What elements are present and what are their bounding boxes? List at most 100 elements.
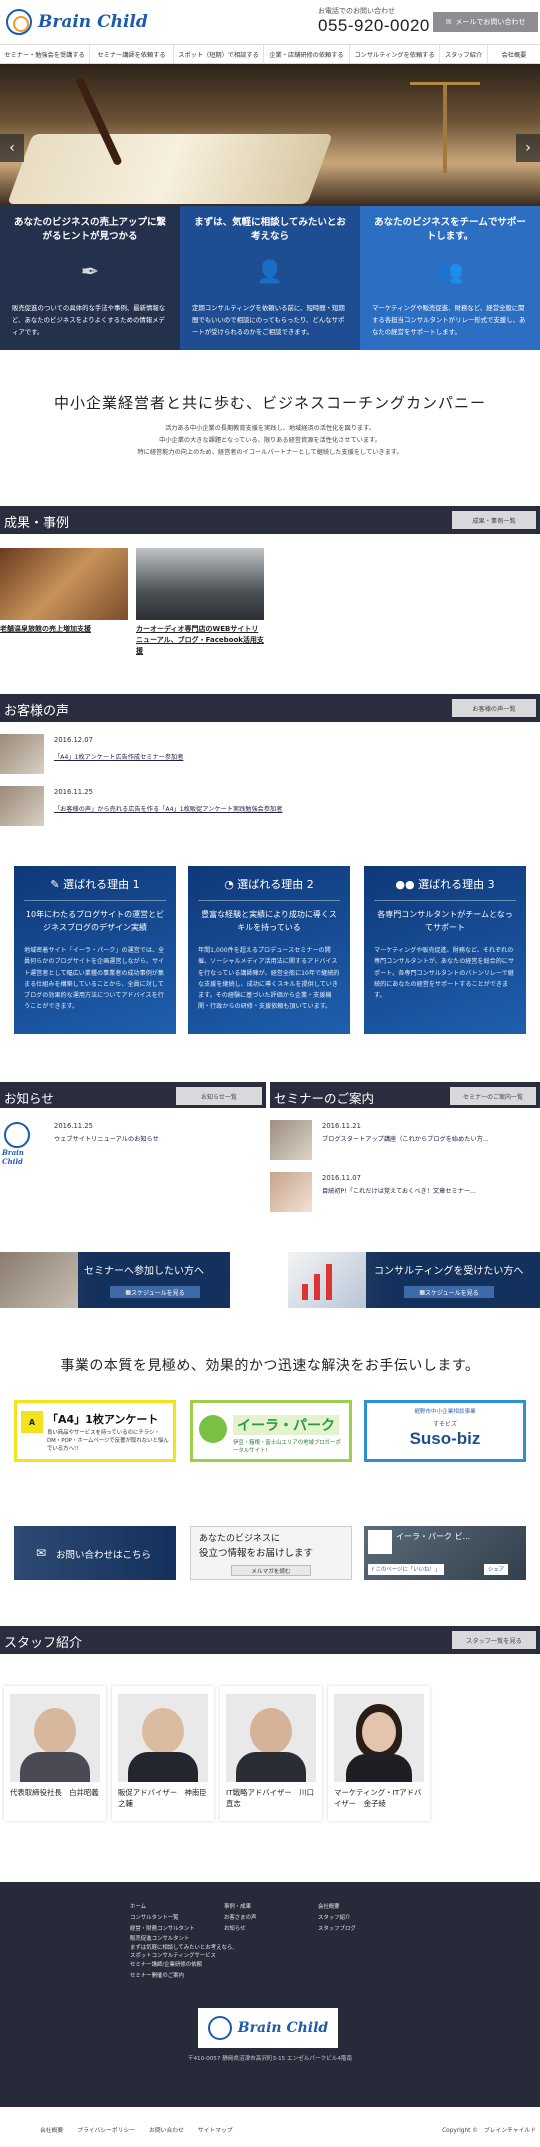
lead-title: 中小企業経営者と共に歩む、ビジネスコーチングカンパニー	[53, 394, 486, 412]
fb-like-label: このページに「いいね！」	[375, 1567, 441, 1573]
banner-title: セミナーへ参加したい方へ	[84, 1266, 204, 1277]
staff-card[interactable]: IT戦略アドバイザー 川口直志	[220, 1686, 322, 1821]
voices-list-button[interactable]: お客様の声一覧	[452, 699, 536, 717]
footer-link[interactable]: セミナー講師/企業研修の依頼	[130, 1960, 240, 1971]
suso-biz-ruby: すそビズ	[432, 1421, 457, 1428]
consulting-cta-banner[interactable]: コンサルティングを受けたい方へ ▦ スケジュールを見る	[288, 1252, 540, 1308]
seminar-item[interactable]: 2016.11.07 目続初P!「これだけは覚えておくべき！文章セミナー...	[322, 1174, 538, 1195]
footer-link[interactable]: 会社概要	[318, 1902, 398, 1913]
seminars-title: セミナーのご案内	[274, 1091, 375, 1106]
voice-link[interactable]: 「お客様の声」から売れる広告を作る「A4」1枚販促アンケート実践勉強会参加者	[54, 804, 282, 813]
news-item[interactable]: 2016.11.25 ウェブサイトリニューアルのお知らせ	[54, 1122, 264, 1143]
footer-link[interactable]: 事例・成果	[224, 1902, 304, 1913]
case-link[interactable]: 老舗温泉旅館の売上増加支援	[0, 624, 128, 635]
footer-link[interactable]: セミナー開催のご案内	[130, 1971, 240, 1982]
cases-list-button[interactable]: 成果・事例一覧	[452, 511, 536, 529]
facebook-page-banner[interactable]: イーラ・パーク ビ... f このページに「いいね！」 シェア	[364, 1526, 526, 1580]
reason-card-3: ●● 選ばれる理由 3 各専門コンサルタントがチームとなってサポート マーケティ…	[364, 866, 526, 1034]
voice-item[interactable]: 2016.11.25 「お客様の声」から売れる広告を作る「A4」1枚販促アンケー…	[0, 786, 540, 830]
a4-banner-sub: 良い商品やサービスを持っているのにチラシ・DM・POP・ホームページで反響が取れ…	[47, 1430, 169, 1453]
divider	[198, 900, 340, 901]
staff-card[interactable]: マーケティング・ITアドバイザー 金子綾	[328, 1686, 430, 1821]
footer-link[interactable]: まずは気軽に相談してみたいとお考えなら、スポットコンサルティングサービス	[130, 1945, 240, 1960]
reason-subtitle: 各専門コンサルタントがチームとなってサポート	[377, 910, 513, 932]
divider	[374, 900, 516, 901]
footer-link[interactable]: 販売促進コンサルタント	[130, 1934, 240, 1945]
contact-banner[interactable]: ✉ お問い合わせはこちら	[14, 1526, 176, 1580]
feature-text: 販売促進のついての具体的な手法や事例、最新情報など、あなたのビジネスをよりよくす…	[12, 304, 166, 337]
cases-title: 成果・事例	[4, 516, 70, 531]
ira-park-banner[interactable]: イーラ・パーク 伊豆・箱根・富士山エリアの地域ブロガーポータルサイト!	[190, 1400, 352, 1462]
voice-date: 2016.11.25	[54, 788, 93, 796]
reason-card-2: ◔ 選ばれる理由 2 豊富な経験と実績により成功に導くスキルを持っている 年間1…	[188, 866, 350, 1034]
staff-name: 代表取締役社長 白井昭義	[10, 1788, 99, 1797]
feature-media[interactable]: あなたのビジネスの売上アップに繋がるヒントが見つかる ✒ 販売促進のついての具体…	[0, 206, 180, 350]
phone-number[interactable]: 055-920-0020	[318, 16, 430, 36]
nav-item-seminar[interactable]: セミナー・勉強会を受講する	[0, 45, 90, 63]
footer-link[interactable]: スタッフブログ	[318, 1924, 398, 1935]
bottom-link[interactable]: サイトマップ	[198, 2125, 233, 2134]
footer-logo[interactable]: Brain Child	[198, 2008, 338, 2048]
staff-name: IT戦略アドバイザー 川口直志	[226, 1788, 314, 1808]
seminar-link[interactable]: 目続初P!「これだけは覚えておくべき！文章セミナー...	[322, 1186, 538, 1195]
bottom-link[interactable]: お問い合わせ	[149, 2125, 184, 2134]
footer-link[interactable]: お客さまの声	[224, 1913, 304, 1924]
footer-link[interactable]: お知らせ	[224, 1924, 304, 1935]
voice-link[interactable]: 「A4」1枚アンケート広告作成セミナー参加者	[54, 752, 183, 761]
ira-park-logo-icon	[199, 1415, 227, 1443]
banner-schedule-button[interactable]: ▦ スケジュールを見る	[110, 1286, 200, 1298]
site-logo[interactable]: Brain Child	[6, 8, 156, 36]
newsletter-banner[interactable]: あなたのビジネスに 役立つ情報をお届けします メルマガを読む	[190, 1526, 352, 1580]
logo-mark-icon	[6, 9, 32, 35]
fb-share-button[interactable]: シェア	[484, 1564, 509, 1575]
staff-photo	[334, 1694, 424, 1782]
nav-item-consulting[interactable]: コンサルティングを依頼する	[350, 45, 440, 63]
site-header: Brain Child お電話でのお問い合わせ 055-920-0020 ✉ メー…	[0, 0, 540, 44]
footer-link[interactable]: スタッフ紹介	[318, 1913, 398, 1924]
staff-photo	[226, 1694, 316, 1782]
mail-contact-button[interactable]: ✉ メールでお問い合わせ	[433, 12, 538, 32]
reason-text: マーケティングや販売促進、財務など、それぞれの専門コンサルタントが、あなたの経営…	[374, 947, 515, 1000]
pie-chart-icon: ◔	[224, 878, 238, 891]
slider-prev-button[interactable]: ‹	[0, 134, 24, 162]
seminars-list-button[interactable]: セミナーのご案内一覧	[450, 1087, 536, 1105]
staff-list-button[interactable]: スタッフ一覧を見る	[452, 1631, 536, 1649]
voices-header: お客様の声 お客様の声一覧	[0, 694, 540, 722]
site-footer: ホーム コンサルタント一覧 経営・財務コンサルタント 販売促進コンサルタント ま…	[0, 1882, 540, 2107]
footer-logo-text: Brain Child	[237, 2020, 329, 2036]
nav-item-lecturer[interactable]: セミナー講師を依頼する	[90, 45, 174, 63]
person-icon: 👤	[256, 260, 284, 285]
suso-biz-banner[interactable]: 裾野市中小企業相談事業 すそビズ Suso-biz	[364, 1400, 526, 1462]
contact-banner-label: お問い合わせはこちら	[56, 1550, 152, 1561]
nav-item-staff[interactable]: スタッフ紹介	[440, 45, 488, 63]
nav-item-spot[interactable]: スポット（短期）で相談する	[174, 45, 264, 63]
a4-survey-banner[interactable]: A 「A4」1枚アンケート 良い商品やサービスを持っているのにチラシ・DM・PO…	[14, 1400, 176, 1462]
staff-card[interactable]: 販促アドバイザー 神南臣之輔	[112, 1686, 214, 1821]
nav-item-training[interactable]: 企業・店舗研修の依頼する	[264, 45, 350, 63]
feature-spot[interactable]: まずは、気軽に相談してみたいとお考えなら 👤 定期コンサルティングを依頼いる前に…	[180, 206, 360, 350]
chevron-left-icon: ‹	[9, 140, 15, 156]
bottom-link[interactable]: プライバシーポリシー	[77, 2125, 135, 2134]
seminar-link[interactable]: ブログスタートアップ講座（これからブログを始めたい方...	[322, 1134, 538, 1143]
slider-next-button[interactable]: ›	[516, 134, 540, 162]
lead-line: 活力ある中小企業の長期教育支援を実践し、地域経済の活性化を図ります。	[165, 425, 375, 432]
nav-item-company[interactable]: 会社概要	[488, 45, 540, 63]
newsletter-read-button[interactable]: メルマガを読む	[231, 1565, 311, 1576]
banner-schedule-button[interactable]: ▦ スケジュールを見る	[404, 1286, 494, 1298]
reason-text: 年間1,000件を超えるプロデュースセミナーの開催、ソーシャルメディア活用法に関…	[198, 947, 340, 1011]
voice-item[interactable]: 2016.12.07 「A4」1枚アンケート広告作成セミナー参加者	[0, 734, 540, 778]
news-list-button[interactable]: お知らせ一覧	[176, 1087, 262, 1105]
case-link[interactable]: カーオーディオ専門店のWEBサイトリニューアル、ブログ・Facebook活用支援	[136, 624, 264, 658]
fb-like-button[interactable]: f このページに「いいね！」	[368, 1564, 445, 1575]
case-item[interactable]: カーオーディオ専門店のWEBサイトリニューアル、ブログ・Facebook活用支援	[136, 548, 264, 658]
news-link[interactable]: ウェブサイトリニューアルのお知らせ	[54, 1134, 264, 1143]
case-item[interactable]: 老舗温泉旅館の売上増加支援	[0, 548, 128, 635]
seminar-item[interactable]: 2016.11.21 ブログスタートアップ講座（これからブログを始めたい方...	[322, 1122, 538, 1143]
seminar-cta-banner[interactable]: セミナーへ参加したい方へ ▦ スケジュールを見る	[0, 1252, 230, 1308]
suso-biz-sub: 裾野市中小企業相談事業	[414, 1409, 476, 1415]
feature-team[interactable]: あなたのビジネスをチームでサポートします。 👥 マーケティングや販売促進、財務な…	[360, 206, 540, 350]
news-date: 2016.11.25	[54, 1122, 93, 1130]
divider	[24, 900, 166, 901]
bottom-link[interactable]: 会社概要	[40, 2125, 63, 2134]
staff-card[interactable]: 代表取締役社長 白井昭義	[4, 1686, 106, 1821]
